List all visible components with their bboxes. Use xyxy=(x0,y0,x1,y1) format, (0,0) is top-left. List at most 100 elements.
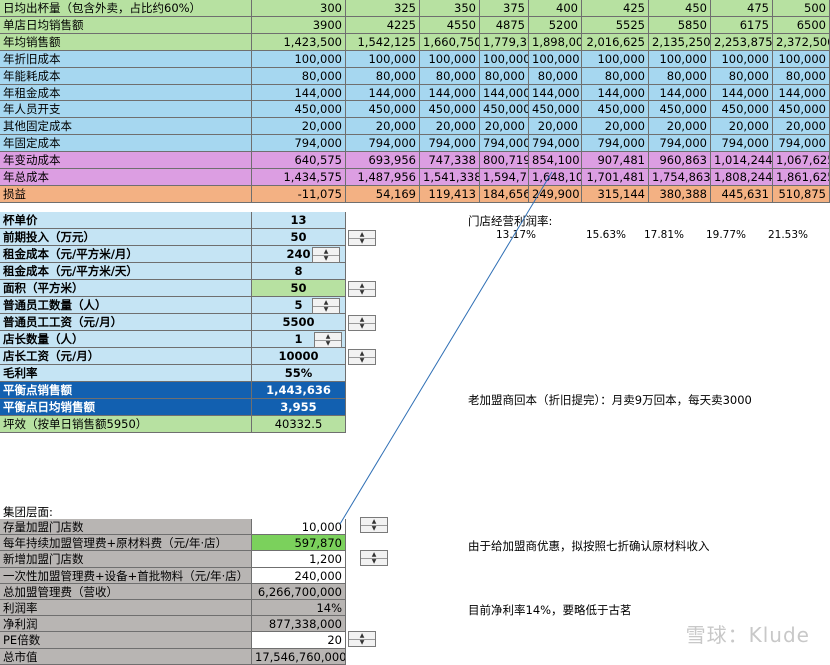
value-cell[interactable]: 1,423,500 xyxy=(252,34,346,51)
value-cell[interactable]: 747,338 xyxy=(420,152,480,169)
spin-down-icon[interactable]: ▼ xyxy=(313,306,339,313)
value-cell[interactable]: 20,000 xyxy=(420,118,480,135)
param-spinner[interactable]: ▲ ▼ xyxy=(348,281,376,297)
value-cell[interactable]: 960,863 xyxy=(649,152,711,169)
value-cell[interactable]: 80,000 xyxy=(529,68,582,85)
group-value[interactable]: 10,000 xyxy=(252,519,346,535)
value-cell[interactable]: 450,000 xyxy=(649,101,711,118)
value-cell[interactable]: 450 xyxy=(649,0,711,17)
value-cell[interactable]: 794,000 xyxy=(711,135,773,152)
value-cell[interactable]: 794,000 xyxy=(480,135,529,152)
value-cell[interactable]: 1,541,338 xyxy=(420,169,480,186)
value-cell[interactable]: 144,000 xyxy=(649,85,711,101)
value-cell[interactable]: 380,388 xyxy=(649,186,711,203)
value-cell[interactable]: 80,000 xyxy=(480,68,529,85)
spin-down-icon[interactable]: ▼ xyxy=(361,558,387,565)
value-cell[interactable]: 100,000 xyxy=(346,51,420,68)
group-spinner[interactable]: ▲ ▼ xyxy=(360,517,388,533)
value-cell[interactable]: 20,000 xyxy=(480,118,529,135)
param-value[interactable]: 50 xyxy=(252,229,346,246)
value-cell[interactable]: 1,701,481 xyxy=(582,169,649,186)
param-value[interactable]: 10000 xyxy=(252,348,346,365)
spin-down-icon[interactable]: ▼ xyxy=(349,639,375,646)
param-value[interactable]: 13 xyxy=(252,212,346,229)
value-cell[interactable]: 375 xyxy=(480,0,529,17)
value-cell[interactable]: 450,000 xyxy=(711,101,773,118)
value-cell[interactable]: 2,372,500 xyxy=(773,34,830,51)
value-cell[interactable]: 54,169 xyxy=(346,186,420,203)
value-cell[interactable]: 425 xyxy=(582,0,649,17)
group-spinner[interactable]: ▲ ▼ xyxy=(348,631,376,647)
value-cell[interactable]: 2,253,875 xyxy=(711,34,773,51)
value-cell[interactable]: 445,631 xyxy=(711,186,773,203)
value-cell[interactable]: 450,000 xyxy=(420,101,480,118)
value-cell[interactable]: 3900 xyxy=(252,17,346,34)
spin-down-icon[interactable]: ▼ xyxy=(349,323,375,330)
value-cell[interactable]: 144,000 xyxy=(252,85,346,101)
value-cell[interactable]: 2,135,250 xyxy=(649,34,711,51)
value-cell[interactable]: 1,861,625 xyxy=(773,169,830,186)
param-spinner[interactable]: ▲ ▼ xyxy=(312,247,340,263)
spin-down-icon[interactable]: ▼ xyxy=(361,525,387,532)
value-cell[interactable]: 475 xyxy=(711,0,773,17)
param-value[interactable]: 55% xyxy=(252,365,346,382)
value-cell[interactable]: 144,000 xyxy=(711,85,773,101)
spin-down-icon[interactable]: ▼ xyxy=(349,238,375,245)
value-cell[interactable]: 794,000 xyxy=(529,135,582,152)
value-cell[interactable]: 20,000 xyxy=(529,118,582,135)
value-cell[interactable]: 450,000 xyxy=(582,101,649,118)
value-cell[interactable]: 1,542,125 xyxy=(346,34,420,51)
value-cell[interactable]: 100,000 xyxy=(582,51,649,68)
value-cell[interactable]: 400 xyxy=(529,0,582,17)
value-cell[interactable]: 80,000 xyxy=(582,68,649,85)
group-value[interactable]: 1,200 xyxy=(252,551,346,568)
param-spinner[interactable]: ▲ ▼ xyxy=(312,298,340,314)
param-value[interactable]: 5500 xyxy=(252,314,346,331)
value-cell[interactable]: 80,000 xyxy=(773,68,830,85)
value-cell[interactable]: 4875 xyxy=(480,17,529,34)
param-value[interactable]: 1,443,636 xyxy=(252,382,346,399)
param-value[interactable]: 50 xyxy=(252,280,346,297)
param-value[interactable]: 40332.5 xyxy=(252,416,346,433)
value-cell[interactable]: 1,594,719 xyxy=(480,169,529,186)
value-cell[interactable]: 1,067,625 xyxy=(773,152,830,169)
value-cell[interactable]: 20,000 xyxy=(773,118,830,135)
value-cell[interactable]: 20,000 xyxy=(582,118,649,135)
value-cell[interactable]: 1,779,375 xyxy=(480,34,529,51)
param-spinner[interactable]: ▲ ▼ xyxy=(348,230,376,246)
param-spinner[interactable]: ▲ ▼ xyxy=(314,332,342,348)
param-value[interactable]: 8 xyxy=(252,263,346,280)
value-cell[interactable]: 450,000 xyxy=(346,101,420,118)
value-cell[interactable]: 20,000 xyxy=(711,118,773,135)
value-cell[interactable]: 144,000 xyxy=(529,85,582,101)
group-value[interactable]: 877,338,000 xyxy=(252,616,346,632)
group-value[interactable]: 597,870 xyxy=(252,535,346,551)
value-cell[interactable]: 907,481 xyxy=(582,152,649,169)
value-cell[interactable]: 854,100 xyxy=(529,152,582,169)
spin-down-icon[interactable]: ▼ xyxy=(349,357,375,364)
value-cell[interactable]: 20,000 xyxy=(346,118,420,135)
value-cell[interactable]: 500 xyxy=(773,0,830,17)
value-cell[interactable]: 5850 xyxy=(649,17,711,34)
value-cell[interactable]: 1,487,956 xyxy=(346,169,420,186)
value-cell[interactable]: 80,000 xyxy=(346,68,420,85)
value-cell[interactable]: 325 xyxy=(346,0,420,17)
value-cell[interactable]: 100,000 xyxy=(711,51,773,68)
value-cell[interactable]: 20,000 xyxy=(649,118,711,135)
value-cell[interactable]: 184,656 xyxy=(480,186,529,203)
value-cell[interactable]: 80,000 xyxy=(252,68,346,85)
value-cell[interactable]: 80,000 xyxy=(649,68,711,85)
value-cell[interactable]: 80,000 xyxy=(420,68,480,85)
value-cell[interactable]: 300 xyxy=(252,0,346,17)
value-cell[interactable]: 4225 xyxy=(346,17,420,34)
value-cell[interactable]: 119,413 xyxy=(420,186,480,203)
value-cell[interactable]: 1,754,863 xyxy=(649,169,711,186)
group-value[interactable]: 17,546,760,000 xyxy=(252,649,346,665)
group-spinner[interactable]: ▲ ▼ xyxy=(360,550,388,566)
value-cell[interactable]: 6500 xyxy=(773,17,830,34)
value-cell[interactable]: 144,000 xyxy=(773,85,830,101)
value-cell[interactable]: 1,434,575 xyxy=(252,169,346,186)
value-cell[interactable]: 100,000 xyxy=(649,51,711,68)
value-cell[interactable]: 1,648,100 xyxy=(529,169,582,186)
value-cell[interactable]: 794,000 xyxy=(252,135,346,152)
